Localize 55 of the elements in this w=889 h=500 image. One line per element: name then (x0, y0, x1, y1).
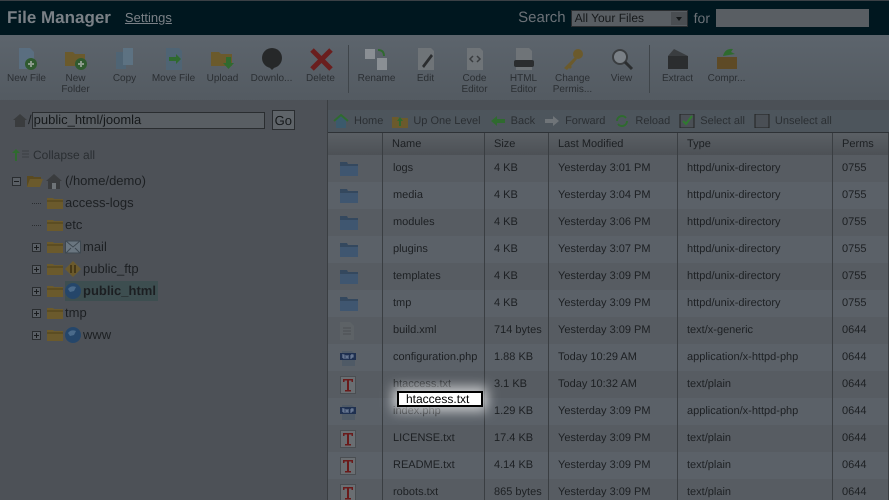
expand-icon[interactable] (32, 308, 41, 318)
expand-icon[interactable] (32, 242, 41, 252)
folder-icon (340, 269, 358, 284)
settings-link[interactable]: Settings (124, 8, 172, 28)
collapse-icon (12, 149, 29, 161)
search-label: Search (518, 8, 566, 28)
for-label: for (694, 8, 710, 28)
search-field[interactable] (716, 9, 869, 27)
table-cell: text/plain (678, 479, 833, 500)
expand-icon[interactable] (32, 330, 41, 340)
back-arrow-icon (490, 114, 506, 128)
forward-arrow-icon (544, 114, 560, 128)
diamond-icon (65, 261, 81, 277)
go-button[interactable]: Go (272, 110, 295, 130)
text-file-icon (340, 430, 356, 448)
folder-icon (47, 263, 63, 275)
folder-icon (47, 241, 63, 253)
app-title: File Manager (7, 7, 111, 30)
folder-icon (47, 329, 63, 341)
delete-icon (308, 47, 334, 71)
house-icon (45, 173, 63, 189)
empty-box-icon (754, 114, 770, 128)
php-file-icon (340, 348, 356, 366)
path-field[interactable]: public_html/joomla (32, 112, 265, 128)
folder-icon (340, 242, 358, 257)
collapse-icon[interactable] (12, 176, 21, 186)
folder-icon (47, 307, 63, 319)
folder-icon (340, 296, 358, 311)
house-icon (12, 113, 28, 127)
php-file-icon (340, 402, 356, 420)
folder-icon (340, 188, 358, 203)
folder-icon (340, 161, 358, 176)
folder-icon (47, 197, 63, 209)
expand-icon[interactable] (32, 264, 41, 274)
folder-up-icon (392, 114, 408, 128)
expand-icon[interactable] (32, 286, 41, 296)
folder-icon (47, 219, 63, 231)
search-scope-dropdown[interactable]: All Your Files (570, 10, 688, 26)
table-cell: 865 bytes (485, 479, 549, 500)
home-icon (333, 114, 349, 128)
rename-field[interactable]: htaccess.txt (397, 391, 483, 407)
table-cell: robots.txt (383, 479, 485, 500)
open-folder-icon (27, 175, 43, 187)
checked-box-icon (679, 114, 696, 128)
folder-icon (47, 285, 63, 297)
rename-icon (364, 47, 390, 71)
text-file-icon (340, 376, 356, 394)
text-file-icon (340, 484, 356, 500)
envelope-icon (65, 240, 81, 254)
text-file-icon (340, 456, 356, 474)
table-cell: Yesterday 3:09 PM (549, 479, 678, 500)
table-cell: 0644 (833, 479, 889, 500)
folder-icon (340, 215, 358, 230)
reload-icon (614, 114, 630, 128)
path-separator: / (28, 111, 32, 130)
